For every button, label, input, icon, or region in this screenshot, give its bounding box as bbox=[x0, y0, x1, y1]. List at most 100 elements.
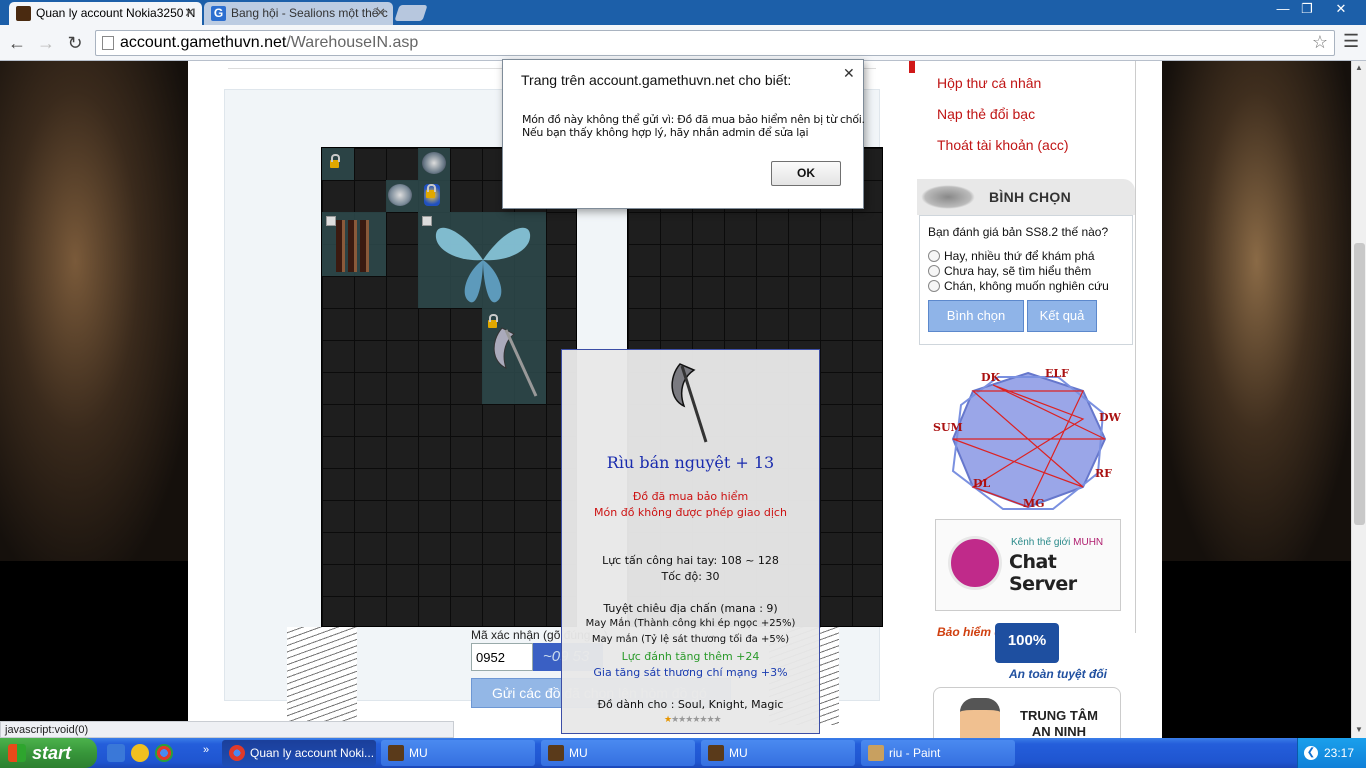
chat-server-banner[interactable]: Kênh thế giới MUHN Chat Server bbox=[935, 519, 1121, 611]
tray-expand-icon[interactable]: ❮ bbox=[1304, 746, 1318, 760]
windows-logo-icon bbox=[8, 744, 26, 762]
item-rating: ★★★★★★★★ bbox=[664, 715, 722, 725]
item-stat-line: Gia tăng sát thương chí mạng +3% bbox=[593, 666, 788, 679]
sidebar: Hộp thư cá nhân Nạp thẻ đổi bạc Thoát tà… bbox=[909, 61, 1136, 738]
item-stat-line: Lực tấn công hai tay: 108 ~ 128 bbox=[602, 554, 779, 567]
menu-icon[interactable]: ☰ bbox=[1343, 31, 1359, 52]
vote-option-label: Chán, không muốn nghiên cứu bbox=[944, 279, 1109, 293]
url-text: account.gamethuvn.net/WarehouseIN.asp bbox=[120, 34, 418, 52]
jewel-item-icon[interactable] bbox=[388, 184, 412, 206]
forward-icon[interactable]: → bbox=[34, 31, 58, 55]
radio[interactable] bbox=[928, 265, 940, 277]
back-icon[interactable]: ← bbox=[5, 31, 29, 55]
minimize-icon[interactable]: — bbox=[1270, 0, 1296, 18]
chrome-icon bbox=[229, 745, 245, 761]
star-icon: ★ bbox=[706, 715, 714, 725]
chrome-icon[interactable] bbox=[155, 744, 173, 762]
class-label: DL bbox=[973, 477, 991, 490]
url-host: account.gamethuvn.net bbox=[120, 34, 287, 51]
close-icon[interactable]: ✕ bbox=[843, 65, 855, 82]
security-line: TRUNG TÂM bbox=[1020, 708, 1098, 723]
expand-quicklaunch-icon[interactable]: » bbox=[203, 744, 209, 756]
messenger-icon[interactable] bbox=[131, 744, 149, 762]
background-art-right bbox=[1162, 61, 1351, 561]
character-art-left bbox=[287, 627, 357, 725]
address-bar[interactable]: account.gamethuvn.net/WarehouseIN.asp ☆ bbox=[95, 30, 1335, 56]
task-label: MU bbox=[569, 746, 588, 760]
dialog-title: Trang trên account.gamethuvn.net cho biế… bbox=[521, 72, 792, 88]
task-label: riu - Paint bbox=[889, 746, 941, 760]
start-label: start bbox=[32, 743, 72, 763]
vote-option[interactable]: Chưa hay, sẽ tìm hiểu thêm bbox=[928, 264, 1091, 278]
tab-title: Bang hội - Sealions một thế c bbox=[231, 6, 388, 20]
star-icon: ★ bbox=[713, 715, 722, 725]
close-window-icon[interactable]: ✕ bbox=[1328, 0, 1354, 18]
link-logout[interactable]: Thoát tài khoản (acc) bbox=[937, 137, 1069, 153]
tab-guild[interactable]: G Bang hội - Sealions một thế c ✕ bbox=[204, 2, 393, 25]
dialog-message: Nếu bạn thấy không hợp lý, hãy nhắn admi… bbox=[522, 126, 809, 139]
radio[interactable] bbox=[928, 250, 940, 262]
scroll-up-icon[interactable]: ▲ bbox=[1355, 63, 1363, 72]
vote-option-label: Hay, nhiều thứ để khám phá bbox=[944, 249, 1095, 263]
class-label: MG bbox=[1023, 497, 1045, 510]
mu-icon bbox=[708, 745, 724, 761]
close-tab-icon[interactable]: ✕ bbox=[375, 2, 386, 24]
chat-channel: Kênh thế giới MUHN bbox=[1011, 537, 1103, 548]
warehouse-grid[interactable] bbox=[321, 147, 577, 627]
class-label: SUM bbox=[933, 421, 963, 434]
guarantee-seal-icon: 100% bbox=[995, 623, 1059, 663]
result-button[interactable]: Kết quả bbox=[1027, 300, 1097, 332]
radio[interactable] bbox=[928, 280, 940, 292]
link-inbox[interactable]: Hộp thư cá nhân bbox=[937, 75, 1041, 91]
vote-button[interactable]: Bình chọn bbox=[928, 300, 1024, 332]
paint-icon bbox=[868, 745, 884, 761]
security-title: TRUNG TÂM AN NINH bbox=[1020, 708, 1098, 738]
page-scrollbar[interactable]: ▲ ▼ bbox=[1351, 61, 1366, 738]
scroll-down-icon[interactable]: ▼ bbox=[1355, 725, 1363, 734]
link-topup[interactable]: Nạp thẻ đổi bạc bbox=[937, 106, 1035, 122]
chat-channel-label: Kênh thế giới bbox=[1011, 537, 1071, 548]
mu-icon bbox=[388, 745, 404, 761]
reload-icon[interactable]: ↻ bbox=[63, 31, 87, 55]
bookmark-star-icon[interactable]: ☆ bbox=[1312, 32, 1328, 53]
police-icon bbox=[960, 698, 1000, 738]
axe-preview-icon bbox=[671, 363, 708, 443]
boots-item-icon[interactable] bbox=[336, 220, 370, 272]
start-button[interactable]: start bbox=[0, 738, 97, 768]
background-art-left bbox=[0, 61, 188, 561]
new-tab-button[interactable] bbox=[394, 5, 428, 21]
dragon-icon bbox=[921, 185, 975, 209]
vote-box: Bạn đánh giá bản SS8.2 thế nào? Hay, nhi… bbox=[919, 215, 1133, 345]
g-favicon-icon: G bbox=[211, 6, 226, 21]
vote-option[interactable]: Hay, nhiều thứ để khám phá bbox=[928, 249, 1095, 263]
jewel-item-icon[interactable] bbox=[422, 152, 446, 174]
alert-dialog: Trang trên account.gamethuvn.net cho biế… bbox=[502, 59, 865, 209]
item-stat-line: Món đồ không được phép giao dịch bbox=[594, 506, 787, 519]
ok-button[interactable]: OK bbox=[771, 161, 841, 186]
url-path: /WarehouseIN.asp bbox=[286, 34, 419, 51]
vote-option[interactable]: Chán, không muốn nghiên cứu bbox=[928, 279, 1109, 293]
insurance-banner[interactable]: Bảo hiểm đồ 100% An toàn tuyệt đối bbox=[937, 621, 1127, 685]
restore-icon[interactable]: ❐ bbox=[1294, 0, 1320, 18]
vote-header: BÌNH CHỌN bbox=[917, 179, 1135, 215]
ie-icon[interactable] bbox=[107, 744, 125, 762]
item-stat-line: Lực đánh tăng thêm +24 bbox=[621, 650, 760, 663]
select-checkbox[interactable] bbox=[326, 216, 336, 226]
browser-tab-bar: Quan ly account Nokia3250 N ✕ G Bang hội… bbox=[0, 0, 1366, 25]
task-chrome[interactable]: Quan ly account Noki... bbox=[222, 740, 376, 766]
task-mu[interactable]: MU bbox=[701, 740, 855, 766]
captcha-input[interactable] bbox=[471, 643, 533, 671]
task-mu[interactable]: MU bbox=[381, 740, 535, 766]
page-icon bbox=[102, 36, 114, 50]
sidebar-tab-marker bbox=[909, 61, 915, 73]
axe-item-icon[interactable] bbox=[488, 316, 544, 400]
close-tab-icon[interactable]: ✕ bbox=[184, 2, 195, 24]
item-stat-line: May Mắn (Thành công khi ép ngọc +25%) bbox=[585, 618, 796, 629]
security-center-banner[interactable]: TRUNG TÂM AN NINH bbox=[933, 687, 1121, 738]
wings-item-icon[interactable] bbox=[428, 210, 538, 310]
tab-account[interactable]: Quan ly account Nokia3250 N ✕ bbox=[9, 2, 202, 25]
scroll-thumb[interactable] bbox=[1354, 243, 1365, 525]
task-mu[interactable]: MU bbox=[541, 740, 695, 766]
class-diagram[interactable]: DK ELF DW RF MG DL SUM bbox=[933, 361, 1123, 519]
task-paint[interactable]: riu - Paint bbox=[861, 740, 1015, 766]
